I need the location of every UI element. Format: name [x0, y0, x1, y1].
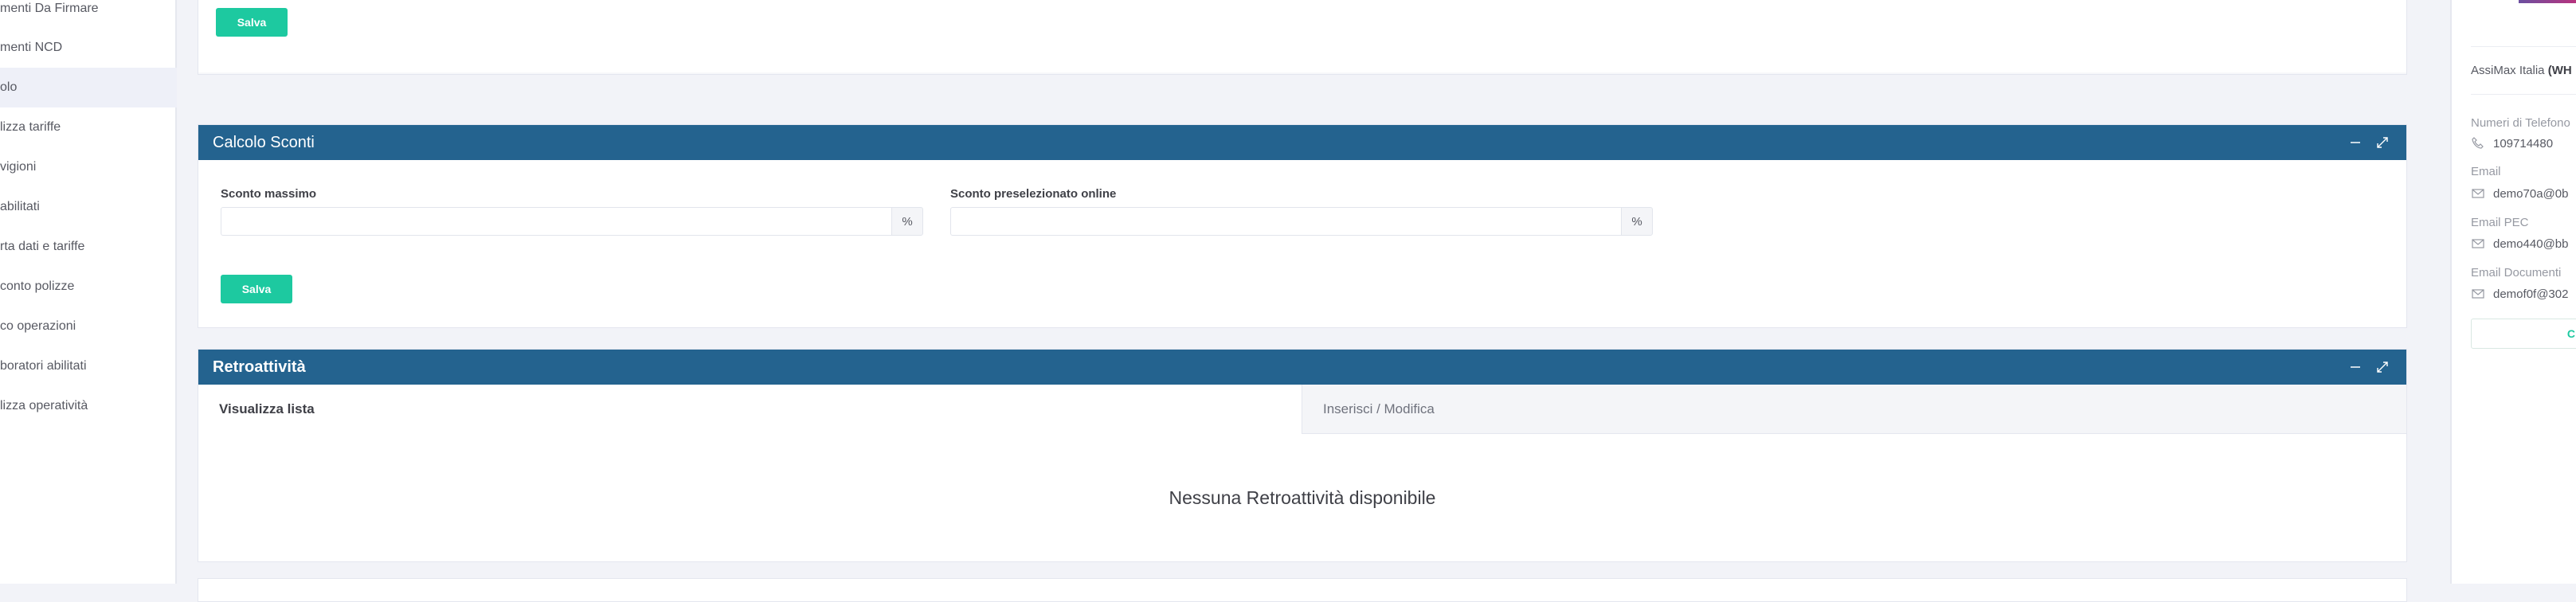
- percent-addon: %: [891, 207, 923, 236]
- mail-icon: [2472, 239, 2484, 248]
- docs-email-row: demof0f@302: [2471, 287, 2568, 301]
- company-name-text: AssiMax Italia: [2471, 64, 2548, 77]
- company-logo: [2519, 0, 2576, 3]
- sidebar-item-label: menti Da Firmare: [0, 2, 99, 15]
- save-button[interactable]: Salva: [221, 275, 292, 303]
- pec-row: demo440@bb: [2471, 236, 2568, 251]
- sconto-preselezionato-label: Sconto preselezionato online: [950, 187, 1117, 201]
- minimize-icon[interactable]: [2349, 361, 2362, 373]
- phone-row: 109714480: [2471, 136, 2553, 150]
- docs-email-value[interactable]: demof0f@302: [2493, 287, 2568, 301]
- pec-value[interactable]: demo440@bb: [2493, 237, 2568, 251]
- top-card: Salva: [198, 0, 2407, 75]
- sconto-preselezionato-group: %: [950, 207, 1653, 236]
- sidebar-item-label: co operazioni: [0, 319, 76, 333]
- contact-button[interactable]: C: [2471, 319, 2576, 349]
- sidebar-item-label: menti NCD: [0, 41, 63, 54]
- sidebar-item-visualizza-operativita[interactable]: lizza operatività: [0, 386, 177, 426]
- sidebar-item-label: rta dati e tariffe: [0, 240, 85, 253]
- company-name: AssiMax Italia (WH: [2471, 64, 2572, 77]
- sidebar-item-label: lizza operatività: [0, 399, 88, 412]
- pec-label: Email PEC: [2471, 216, 2529, 229]
- sidebar-item-documenti-ncd[interactable]: menti NCD: [0, 28, 177, 68]
- next-card: [198, 578, 2407, 602]
- sidebar-item-calcolo[interactable]: olo: [0, 68, 177, 108]
- company-code: (WH: [2547, 64, 2572, 77]
- email-row: demo70a@0b: [2471, 186, 2568, 201]
- expand-icon[interactable]: [2376, 361, 2389, 373]
- card-footer: [198, 72, 2406, 74]
- email-value[interactable]: demo70a@0b: [2493, 187, 2568, 201]
- divider: [2471, 46, 2576, 47]
- sconto-massimo-input[interactable]: [221, 207, 891, 236]
- email-label: Email: [2471, 165, 2501, 178]
- main-content: Salva Calcolo Sconti Sconto massimo % Sc…: [177, 0, 2450, 602]
- card-header: Calcolo Sconti: [198, 125, 2406, 160]
- sidebar-item-collaboratori-abilitati[interactable]: boratori abilitati: [0, 346, 177, 386]
- phone-icon: [2472, 137, 2484, 149]
- sidebar-item-sconto-polizze[interactable]: conto polizze: [0, 267, 177, 307]
- tab-inserisci-modifica[interactable]: Inserisci / Modifica: [1302, 385, 2406, 434]
- calcolo-sconti-card: Calcolo Sconti Sconto massimo % Sconto p…: [198, 124, 2407, 328]
- sidebar-item-label: lizza tariffe: [0, 120, 61, 134]
- sidebar-item-abilitati[interactable]: abilitati: [0, 187, 177, 227]
- sidebar-item-label: abilitati: [0, 200, 40, 213]
- sidebar-item-label: vigioni: [0, 160, 37, 174]
- sidebar-item-documenti-da-firmare[interactable]: menti Da Firmare: [0, 0, 177, 29]
- sidebar-item-provvigioni[interactable]: vigioni: [0, 147, 177, 187]
- empty-message: Nessuna Retroattività disponibile: [1169, 487, 1436, 508]
- sidebar-item-carta-dati-tariffe[interactable]: rta dati e tariffe: [0, 227, 177, 267]
- card-header: Retroattività: [198, 350, 2406, 385]
- sidebar-item-label: olo: [0, 80, 18, 94]
- save-button[interactable]: Salva: [216, 8, 288, 37]
- docs-email-label: Email Documenti: [2471, 266, 2562, 280]
- sidebar-item-elenco-operazioni[interactable]: co operazioni: [0, 307, 177, 346]
- phone-label: Numeri di Telefono: [2471, 116, 2570, 130]
- sconto-preselezionato-input[interactable]: [950, 207, 1621, 236]
- card-tools: [2349, 350, 2389, 385]
- tab-visualizza-lista[interactable]: Visualizza lista: [198, 385, 1302, 434]
- card-title: Calcolo Sconti: [213, 133, 315, 151]
- sconto-massimo-label: Sconto massimo: [221, 187, 317, 201]
- sconto-massimo-group: %: [221, 207, 923, 236]
- mail-icon: [2472, 289, 2484, 299]
- divider: [2471, 94, 2576, 95]
- card-title: Retroattività: [213, 358, 306, 376]
- retroattivita-card: Retroattività Visualizza lista Inserisci…: [198, 349, 2407, 562]
- percent-addon: %: [1621, 207, 1653, 236]
- right-panel: AssiMax Italia (WH Numeri di Telefono 10…: [2450, 0, 2576, 584]
- minimize-icon[interactable]: [2349, 136, 2362, 149]
- sidebar-item-visualizza-tariffe[interactable]: lizza tariffe: [0, 108, 177, 147]
- mail-icon: [2472, 189, 2484, 198]
- expand-icon[interactable]: [2376, 136, 2389, 149]
- phone-value: 109714480: [2493, 136, 2554, 150]
- sidebar-item-label: boratori abilitati: [0, 359, 87, 373]
- sidebar-item-label: conto polizze: [0, 280, 75, 293]
- sidebar: menti Da Firmare menti NCD olo lizza tar…: [0, 0, 177, 584]
- card-tools: [2349, 125, 2389, 160]
